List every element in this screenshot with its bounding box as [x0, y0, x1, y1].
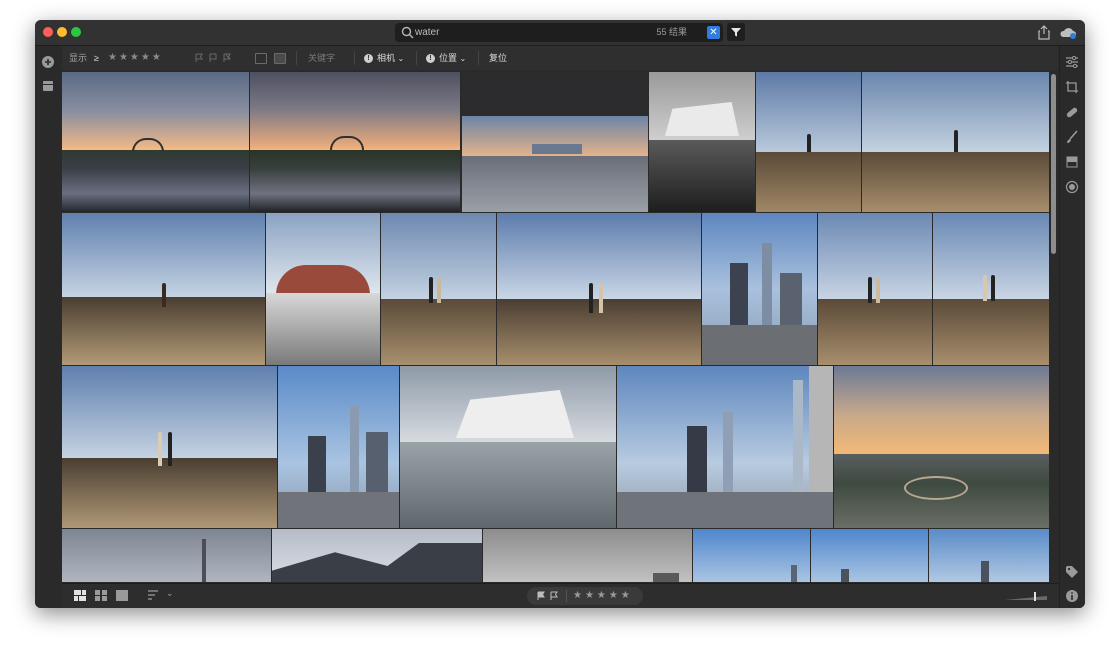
rejected-filter-icon[interactable]	[222, 53, 232, 63]
rating-filter-stars[interactable]: ★★★★★	[108, 46, 163, 70]
divider	[566, 590, 567, 602]
flag-filter-icon[interactable]	[194, 53, 204, 63]
photo-type-filter-icon[interactable]	[255, 53, 267, 64]
info-icon: !	[426, 54, 435, 64]
scrollbar-thumb[interactable]	[1051, 74, 1056, 254]
photo-grid-view-icon[interactable]	[95, 590, 107, 601]
photo-thumbnail[interactable]	[278, 366, 399, 528]
photo-thumbnail[interactable]	[483, 529, 692, 582]
photo-thumbnail[interactable]	[62, 72, 249, 212]
chevron-down-icon[interactable]: ⌄	[166, 588, 174, 599]
filter-button[interactable]	[727, 23, 745, 41]
photo-thumbnail[interactable]	[702, 213, 817, 365]
photo-thumbnail[interactable]	[381, 213, 496, 365]
divider	[354, 51, 355, 65]
detail-view-icon[interactable]	[116, 590, 128, 601]
sort-icon[interactable]	[148, 590, 162, 601]
unflagged-filter-icon[interactable]	[208, 53, 218, 63]
video-type-filter-icon[interactable]	[274, 53, 286, 64]
photo-thumbnail[interactable]	[811, 529, 928, 582]
photo-thumbnail[interactable]	[617, 366, 833, 528]
info-icon: !	[364, 54, 373, 64]
location-filter-dropdown[interactable]: ! 位置 ⌄	[426, 46, 466, 71]
clear-icon[interactable]: ✕	[707, 26, 720, 39]
rating-stars[interactable]: ★★★★★	[573, 587, 633, 605]
library-icon[interactable]	[41, 79, 55, 93]
rating-operator[interactable]: ≥	[94, 46, 99, 70]
search-field[interactable]: water 55 结果 ✕	[395, 23, 723, 42]
share-icon[interactable]	[1037, 25, 1051, 40]
brush-icon[interactable]	[1065, 130, 1079, 144]
crop-icon[interactable]	[1065, 80, 1079, 94]
minimize-window-button[interactable]	[57, 27, 67, 37]
photo-thumbnail[interactable]	[62, 529, 271, 582]
chevron-down-icon: ⌄	[459, 54, 467, 63]
photo-thumbnail[interactable]	[818, 213, 932, 365]
photo-thumbnail[interactable]	[497, 213, 701, 365]
photo-thumbnail[interactable]	[929, 529, 1049, 582]
photo-thumbnail[interactable]	[756, 72, 861, 212]
zoom-slider[interactable]	[1003, 590, 1049, 602]
right-rail	[1059, 46, 1085, 608]
title-bar: water 55 结果 ✕	[35, 20, 1085, 46]
filter-bar: 显示 ≥ ★★★★★ 关键字 ! 相机 ⌄ ! 位置 ⌄ 复位	[62, 46, 1058, 70]
zoom-window-button[interactable]	[71, 27, 81, 37]
left-rail	[35, 46, 61, 608]
rating-flag-pill: ★★★★★	[527, 587, 643, 605]
photo-thumbnail[interactable]	[462, 72, 648, 212]
camera-filter-label: 相机	[377, 53, 396, 63]
bottom-bar: ⌄ ★★★★★	[62, 583, 1058, 608]
search-icon	[401, 26, 414, 39]
photo-thumbnail[interactable]	[400, 366, 616, 528]
reject-flag-icon[interactable]	[549, 591, 559, 601]
info-icon[interactable]	[1065, 589, 1079, 603]
result-count: 55 结果	[656, 27, 687, 37]
photo-thumbnail[interactable]	[693, 529, 810, 582]
healing-icon[interactable]	[1065, 105, 1079, 119]
divider	[416, 51, 417, 65]
photo-thumbnail[interactable]	[62, 213, 265, 365]
flag-icon[interactable]	[536, 591, 546, 601]
grid-scrollbar[interactable]	[1051, 72, 1056, 582]
photo-thumbnail[interactable]	[834, 366, 1049, 528]
keyword-tag-icon[interactable]	[1065, 565, 1079, 579]
photo-thumbnail[interactable]	[62, 366, 277, 528]
keyword-filter[interactable]: 关键字	[308, 46, 335, 70]
divider	[296, 51, 297, 65]
location-filter-label: 位置	[439, 53, 458, 63]
edit-sliders-icon[interactable]	[1065, 55, 1079, 69]
chevron-down-icon: ⌄	[397, 54, 405, 63]
photo-thumbnail[interactable]	[862, 72, 1049, 212]
show-label: 显示	[69, 53, 88, 63]
add-photos-icon[interactable]	[41, 55, 55, 69]
photo-thumbnail[interactable]	[649, 72, 755, 212]
divider	[478, 51, 479, 65]
filter-icon	[731, 28, 741, 37]
photo-thumbnail[interactable]	[933, 213, 1049, 365]
close-window-button[interactable]	[43, 27, 53, 37]
search-query-text[interactable]: water	[415, 25, 439, 40]
reset-filters-button[interactable]: 复位	[489, 46, 507, 70]
photo-thumbnail[interactable]	[266, 213, 380, 365]
photo-grid	[62, 72, 1049, 582]
square-grid-view-icon[interactable]	[74, 590, 86, 601]
linear-gradient-icon[interactable]	[1065, 155, 1079, 169]
photo-thumbnail[interactable]	[272, 529, 482, 582]
cloud-sync-icon[interactable]	[1059, 25, 1077, 40]
radial-gradient-icon[interactable]	[1065, 180, 1079, 194]
photo-thumbnail[interactable]	[250, 72, 460, 212]
camera-filter-dropdown[interactable]: ! 相机 ⌄	[364, 46, 404, 71]
app-window: water 55 结果 ✕ 显示 ≥ ★★★★★ 关键字 ! 相机 ⌄ ! 位置…	[35, 20, 1085, 608]
